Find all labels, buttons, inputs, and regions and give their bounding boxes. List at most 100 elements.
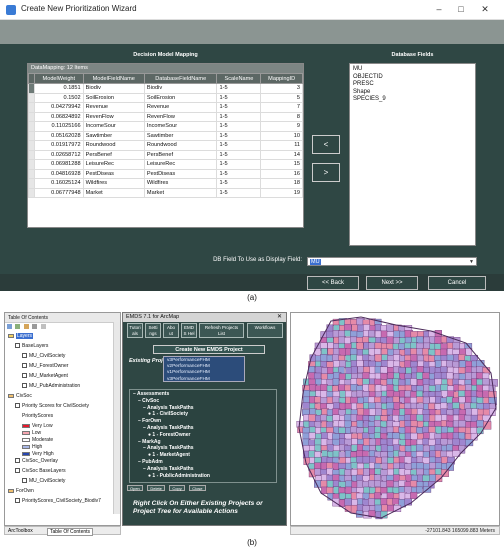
- table-row[interactable]: 0.06824892 RevenFlow RevenFlow 1-5 8: [28, 111, 303, 122]
- table-row[interactable]: 0.1502 SoilErosion SoilErosion 1-5 5: [28, 92, 303, 103]
- table-row[interactable]: 0.04816928 PestDiseas PestDiseas 1-5 16: [28, 168, 303, 179]
- table-row[interactable]: 0.06981288 LeisureRec LeisureRec 1-5 15: [28, 159, 303, 170]
- map-parcel[interactable]: [476, 397, 484, 404]
- close-project-button[interactable]: Close: [189, 485, 206, 491]
- map-parcel[interactable]: [339, 390, 346, 399]
- database-field-item[interactable]: Shape: [353, 89, 472, 97]
- table-cell[interactable]: 0.04816928: [34, 168, 84, 179]
- table-cell[interactable]: SoilErosion: [82, 92, 145, 103]
- map-parcel[interactable]: [380, 444, 388, 452]
- map-parcel[interactable]: [476, 420, 484, 428]
- map-parcel[interactable]: [410, 348, 418, 356]
- database-field-item[interactable]: SPECIES_9: [353, 96, 472, 104]
- table-cell[interactable]: 0.06824892: [34, 111, 84, 122]
- map-parcel[interactable]: [386, 390, 395, 397]
- map-parcel[interactable]: [434, 444, 442, 452]
- table-cell[interactable]: 15: [260, 159, 303, 170]
- tree-node[interactable]: ● 1 - ForestOwner: [133, 432, 273, 439]
- map-parcel[interactable]: [386, 402, 395, 410]
- map-parcel[interactable]: [452, 438, 461, 446]
- table-cell[interactable]: 0.05162028: [34, 130, 84, 141]
- map-parcel[interactable]: [351, 438, 358, 445]
- toolbar-button[interactable]: Workflows: [247, 323, 283, 338]
- database-field-item[interactable]: OBJECTID: [353, 74, 472, 82]
- map-parcel[interactable]: [465, 433, 472, 440]
- map-parcel[interactable]: [320, 390, 328, 399]
- map-parcel[interactable]: [422, 451, 430, 459]
- table-cell[interactable]: 9: [260, 121, 303, 132]
- layer-checkbox[interactable]: [22, 383, 27, 389]
- open-button[interactable]: Open: [127, 485, 143, 491]
- map-parcel[interactable]: [470, 432, 478, 441]
- toc-item[interactable]: MU_MarketAgent: [22, 373, 68, 379]
- map-parcel[interactable]: [381, 504, 388, 512]
- map-parcel[interactable]: [465, 396, 472, 403]
- toc-scrollbar[interactable]: [113, 322, 120, 514]
- map-parcel[interactable]: [380, 420, 387, 428]
- map-parcel[interactable]: [374, 504, 382, 513]
- map-parcel[interactable]: [399, 390, 406, 398]
- map-parcel[interactable]: [339, 402, 346, 410]
- toc-item[interactable]: MU_ForestOwner: [22, 363, 68, 369]
- table-row[interactable]: 0.05162028 Sawtimber Sawtimber 1-5 10: [28, 130, 303, 141]
- map-parcel[interactable]: [440, 348, 447, 356]
- toc-item[interactable]: Very High: [22, 451, 54, 457]
- list-by-source-icon[interactable]: [15, 324, 21, 329]
- map-parcel[interactable]: [387, 468, 394, 477]
- tree-node[interactable]: ● 1 - MarketAgent: [133, 452, 273, 459]
- list-by-drawing-order-icon[interactable]: [7, 324, 12, 329]
- table-cell[interactable]: 19: [260, 187, 303, 198]
- table-cell[interactable]: Biodiv: [143, 83, 218, 94]
- database-field-item[interactable]: MU: [353, 66, 472, 74]
- move-right-button[interactable]: >: [312, 163, 340, 182]
- map-parcel[interactable]: [446, 360, 453, 368]
- toolbar-button[interactable]: Tutori als: [127, 323, 143, 338]
- copy-button[interactable]: Copy: [169, 485, 185, 491]
- map-parcel[interactable]: [350, 330, 358, 338]
- tree-node[interactable]: – Analysis TaskPaths: [133, 445, 273, 452]
- map-parcel[interactable]: [327, 367, 335, 374]
- map-parcel[interactable]: [338, 384, 346, 392]
- map-parcel[interactable]: [375, 408, 383, 416]
- tree-node[interactable]: – MarkAg: [133, 439, 273, 446]
- table-cell[interactable]: 1-5: [216, 140, 262, 151]
- toc-item[interactable]: PriorityScores: [22, 413, 53, 419]
- options-icon[interactable]: [40, 324, 46, 329]
- toc-item[interactable]: ForOwn: [8, 488, 34, 494]
- map-canvas[interactable]: [291, 313, 499, 525]
- column-header[interactable]: MappingID: [260, 73, 303, 84]
- map-parcel[interactable]: [350, 366, 358, 375]
- table-cell[interactable]: Revenue: [82, 102, 145, 113]
- map-parcel[interactable]: [314, 438, 323, 446]
- map-parcel[interactable]: [482, 378, 490, 386]
- toolbar-button[interactable]: Abo ut: [163, 323, 179, 338]
- map-parcel[interactable]: [332, 330, 340, 338]
- layer-checkbox[interactable]: [22, 363, 27, 369]
- map-parcel[interactable]: [314, 468, 322, 476]
- map-view[interactable]: [290, 312, 500, 526]
- toc-item[interactable]: Moderate: [22, 437, 53, 443]
- map-parcel[interactable]: [350, 354, 358, 361]
- map-parcel[interactable]: [387, 504, 394, 512]
- table-cell[interactable]: 10: [260, 130, 303, 141]
- table-cell[interactable]: 0.06981288: [34, 159, 84, 170]
- layer-checkbox[interactable]: [15, 458, 20, 464]
- map-parcel[interactable]: [440, 402, 448, 410]
- toc-item[interactable]: Priority Scores for CivilSociety: [15, 403, 89, 409]
- database-fields-list[interactable]: MU OBJECTID PRESC Shape SPECIES_9: [349, 63, 476, 246]
- create-project-button[interactable]: Create New EMDS Project: [153, 345, 265, 354]
- table-cell[interactable]: 1-5: [216, 187, 262, 198]
- map-parcel[interactable]: [314, 462, 321, 470]
- map-parcel[interactable]: [393, 360, 400, 368]
- map-parcel[interactable]: [345, 367, 352, 375]
- map-parcel[interactable]: [458, 396, 466, 404]
- map-parcel[interactable]: [368, 438, 376, 446]
- table-cell[interactable]: Wildfires: [143, 178, 218, 189]
- map-parcel[interactable]: [416, 486, 423, 494]
- map-parcel[interactable]: [410, 492, 418, 500]
- table-cell[interactable]: 0.1502: [34, 92, 84, 103]
- table-cell[interactable]: 8: [260, 111, 303, 122]
- map-parcel[interactable]: [338, 427, 346, 434]
- map-parcel[interactable]: [368, 330, 375, 338]
- map-parcel[interactable]: [465, 384, 473, 392]
